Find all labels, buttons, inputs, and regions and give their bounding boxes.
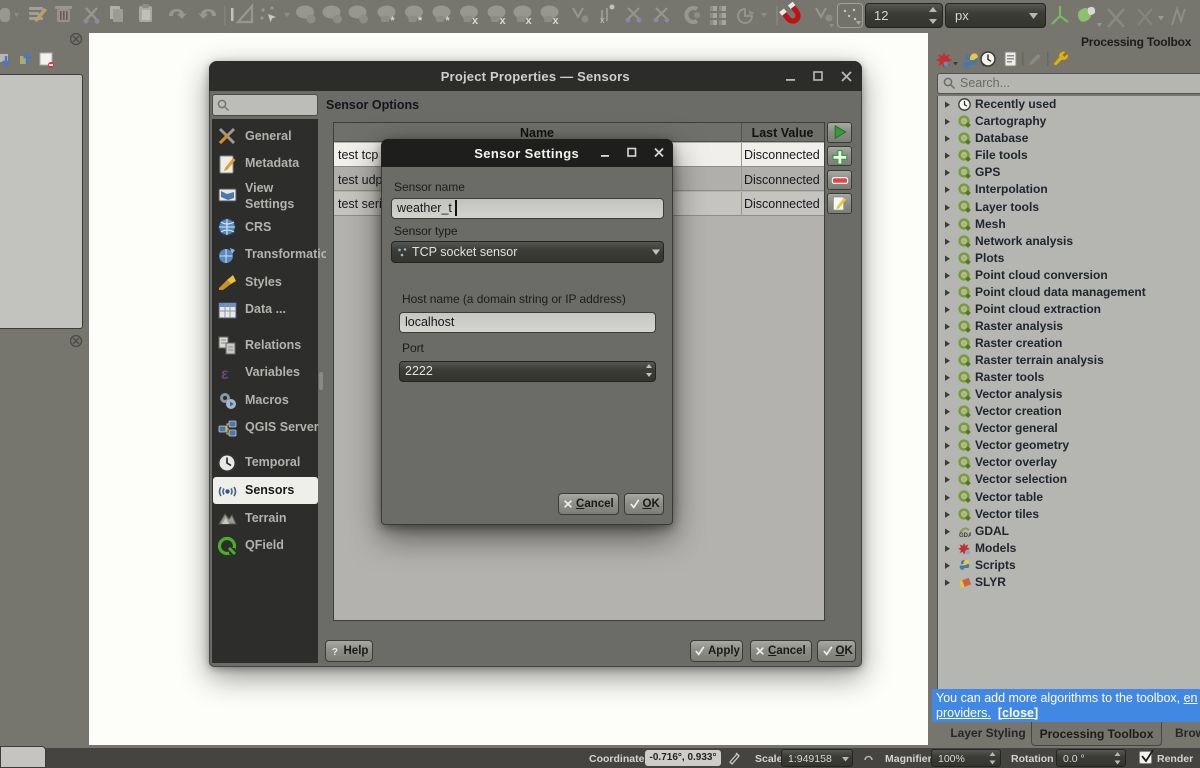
svg-text:x: x (600, 15, 605, 25)
svg-text:GDAL: GDAL (959, 533, 971, 538)
svg-text:*: * (418, 15, 423, 27)
svg-text:x: x (525, 15, 532, 27)
svg-text:ε: ε (221, 366, 229, 383)
svg-text:*: * (445, 15, 450, 27)
svg-text:*: * (390, 15, 395, 27)
svg-text:x: x (472, 15, 479, 27)
svg-text:?: ? (331, 647, 337, 656)
svg-text:x: x (552, 15, 559, 27)
svg-text:x: x (499, 15, 506, 27)
